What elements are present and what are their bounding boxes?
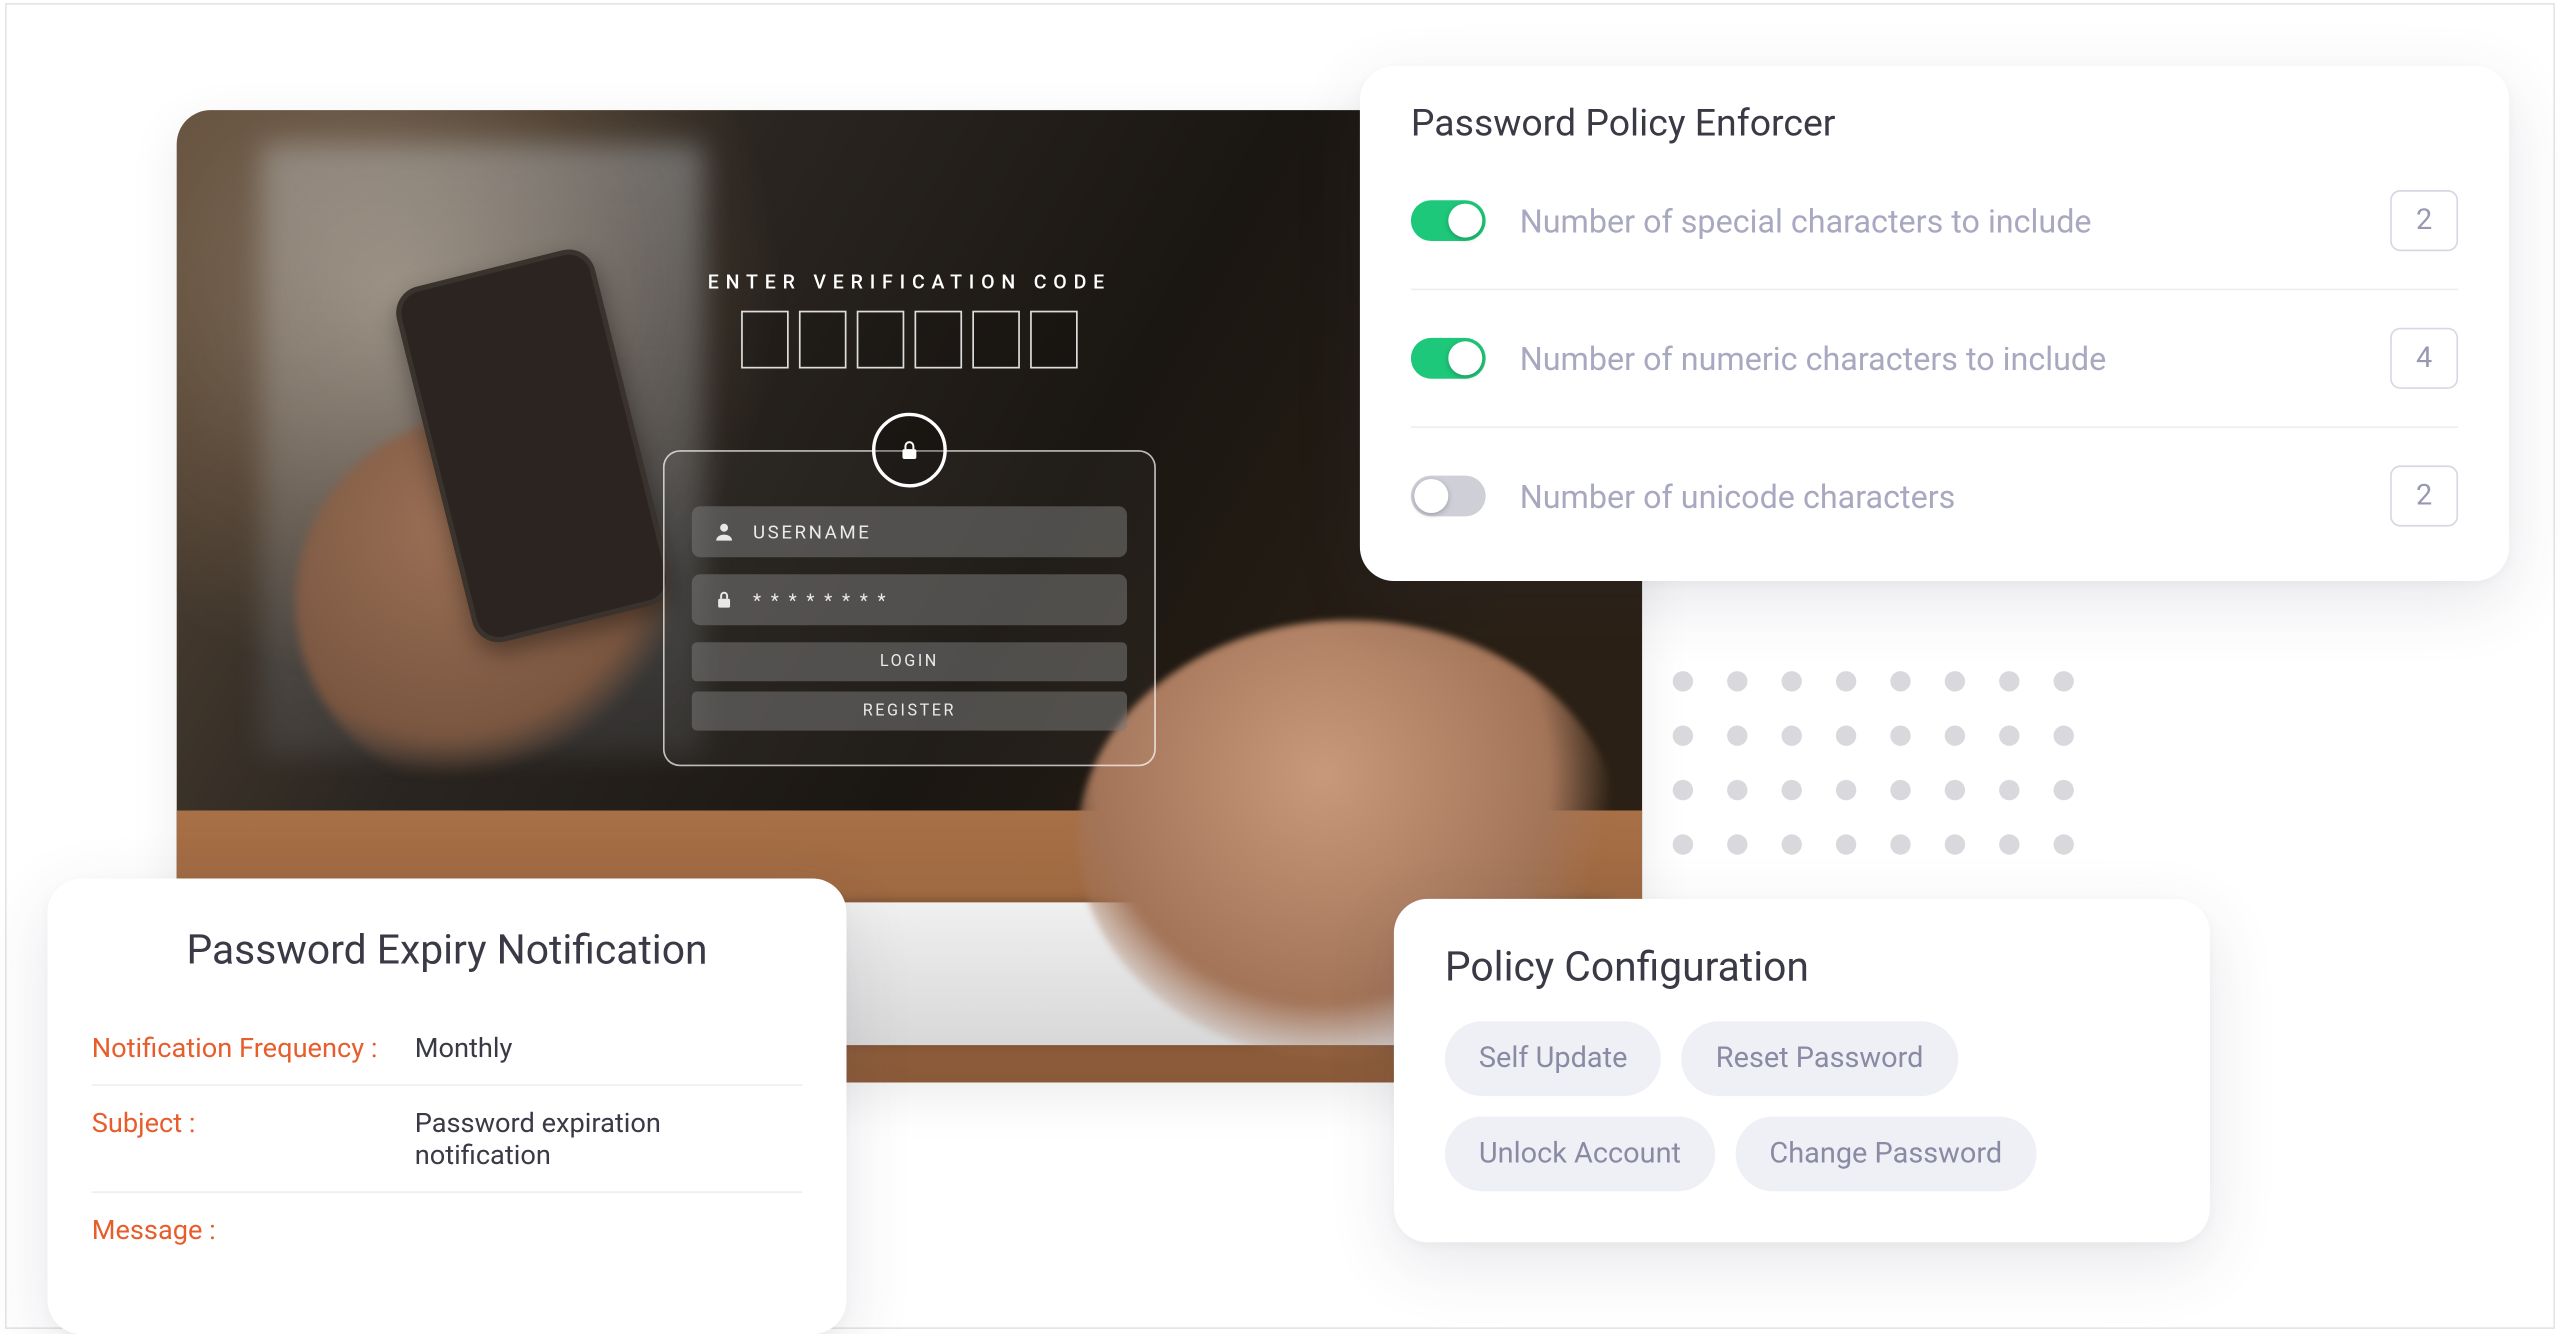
expiry-row-frequency: Notification Frequency : Monthly: [92, 1011, 803, 1086]
ppe-row-unicode-chars: Number of unicode characters 2: [1411, 428, 2458, 571]
ppe-label: Number of special characters to include: [1520, 201, 2356, 240]
chip-unlock-account[interactable]: Unlock Account: [1445, 1117, 1715, 1192]
code-box[interactable]: [972, 311, 1020, 369]
login-card: USERNAME * * * * * * * * LOGIN REGISTER: [663, 450, 1156, 766]
register-button[interactable]: REGISTER: [692, 692, 1127, 731]
username-placeholder: USERNAME: [753, 521, 871, 543]
password-policy-enforcer-card: Password Policy Enforcer Number of speci…: [1360, 66, 2509, 581]
ppe-title: Password Policy Enforcer: [1411, 103, 2458, 146]
code-box[interactable]: [1030, 311, 1078, 369]
expiry-key: Notification Frequency :: [92, 1032, 415, 1064]
expiry-value: Password expiration notification: [415, 1106, 803, 1171]
ppe-row-special-chars: Number of special characters to include …: [1411, 153, 2458, 291]
code-box[interactable]: [915, 311, 963, 369]
ppe-value-input[interactable]: 2: [2390, 190, 2458, 251]
username-field[interactable]: USERNAME: [692, 506, 1127, 557]
toggle-numeric-chars[interactable]: [1411, 338, 1486, 379]
decorative-dot-grid: [1673, 671, 2074, 855]
policy-configuration-card: Policy Configuration Self Update Reset P…: [1394, 899, 2210, 1242]
ppe-value-input[interactable]: 2: [2390, 465, 2458, 526]
canvas: ENTER VERIFICATION CODE USERNAME: [5, 3, 2555, 1329]
expiry-title: Password Expiry Notification: [92, 926, 803, 974]
toggle-special-chars[interactable]: [1411, 200, 1486, 241]
ppe-row-numeric-chars: Number of numeric characters to include …: [1411, 290, 2458, 428]
password-mask: * * * * * * * *: [753, 589, 888, 611]
ppe-value-input[interactable]: 4: [2390, 328, 2458, 389]
code-box[interactable]: [799, 311, 847, 369]
expiry-row-message: Message :: [92, 1193, 803, 1266]
code-box[interactable]: [857, 311, 905, 369]
policy-chip-group: Self Update Reset Password Unlock Accoun…: [1445, 1021, 2159, 1191]
chip-change-password[interactable]: Change Password: [1735, 1117, 2036, 1192]
expiry-key: Message :: [92, 1213, 415, 1245]
lock-icon: [872, 413, 947, 488]
chip-self-update[interactable]: Self Update: [1445, 1021, 1662, 1096]
toggle-unicode-chars[interactable]: [1411, 476, 1486, 517]
ppe-label: Number of numeric characters to include: [1520, 339, 2356, 378]
user-icon: [712, 520, 736, 544]
verification-code-boxes[interactable]: [663, 311, 1156, 369]
expiry-key: Subject :: [92, 1106, 415, 1171]
policy-config-title: Policy Configuration: [1445, 943, 2159, 991]
code-box[interactable]: [741, 311, 789, 369]
verification-label: ENTER VERIFICATION CODE: [663, 270, 1156, 294]
login-button[interactable]: LOGIN: [692, 642, 1127, 681]
lock-small-icon: [712, 588, 736, 612]
expiry-row-subject: Subject : Password expiration notificati…: [92, 1086, 803, 1193]
ppe-label: Number of unicode characters: [1520, 476, 2356, 515]
login-overlay: ENTER VERIFICATION CODE USERNAME: [663, 270, 1156, 766]
password-field[interactable]: * * * * * * * *: [692, 574, 1127, 625]
chip-reset-password[interactable]: Reset Password: [1682, 1021, 1958, 1096]
password-expiry-card: Password Expiry Notification Notificatio…: [48, 879, 847, 1334]
expiry-value: Monthly: [415, 1032, 513, 1064]
